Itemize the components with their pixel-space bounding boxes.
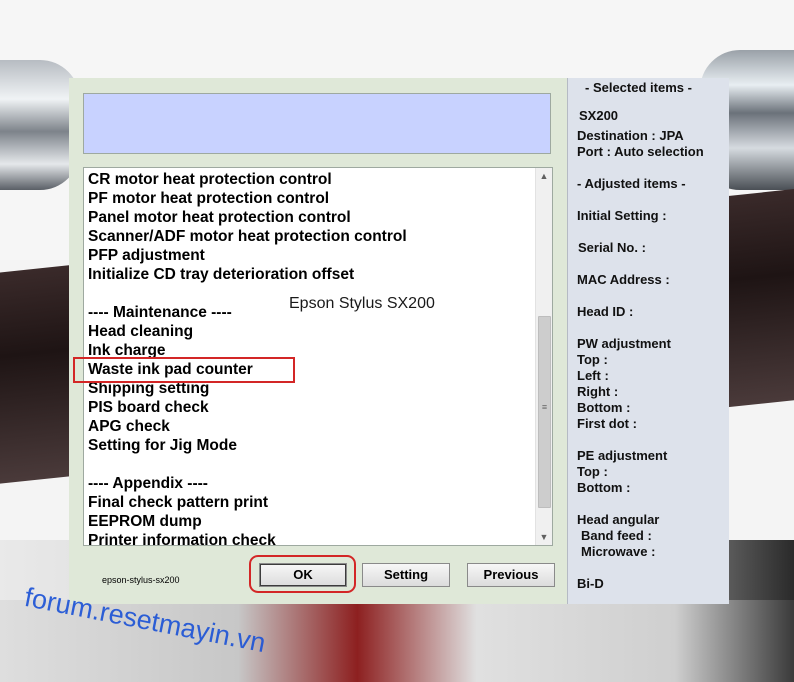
description-box [83,93,551,154]
port-value: Port : Auto selection [577,144,704,159]
pe-bottom-label: Bottom : [577,480,631,495]
list-item[interactable]: Setting for Jig Mode [88,436,237,455]
selected-model: SX200 [579,108,619,123]
band-feed-label: Band feed : [581,528,652,543]
microwave-label: Microwave : [581,544,656,559]
list-item[interactable]: Scanner/ADF motor heat protection contro… [88,227,407,246]
initial-setting-label: Initial Setting : [577,208,667,223]
previous-button[interactable]: Previous [467,563,555,587]
scroll-grip-icon: ≡ [541,402,548,412]
list-item[interactable]: CR motor heat protection control [88,170,332,189]
vertical-scrollbar[interactable]: ▲ ≡ ▼ [535,168,552,545]
pw-top-label: Top : [577,352,608,367]
head-angular-label: Head angular [577,512,660,527]
list-section-header: ---- Maintenance ---- [88,304,232,321]
list-item[interactable]: APG check [88,417,170,436]
list-section-header: ---- Appendix ---- [88,475,208,492]
setting-button[interactable]: Setting [362,563,450,587]
pe-top-label: Top : [577,464,608,479]
serial-no-label: Serial No. : [578,240,646,255]
pw-bottom-label: Bottom : [577,400,631,415]
scroll-thumb[interactable]: ≡ [538,316,551,508]
adjustment-program-dialog: CR motor heat protection control PF moto… [69,78,567,604]
pw-left-label: Left : [577,368,609,383]
list-item[interactable]: PF motor heat protection control [88,189,329,208]
pe-adjustment-label: PE adjustment [577,448,668,463]
bi-d-label: Bi-D [577,576,604,591]
list-item[interactable]: Final check pattern print [88,493,268,512]
list-item[interactable]: Initialize CD tray deterioration offset [88,265,354,284]
list-item[interactable]: Printer information check [88,531,276,545]
printer-model-overlay-title: Epson Stylus SX200 [289,295,435,312]
waste-ink-highlight-box [73,357,295,383]
info-side-panel: - Selected items - SX200 Destination : J… [567,78,729,604]
list-item[interactable]: PFP adjustment [88,246,205,265]
list-item[interactable]: Head cleaning [88,322,193,341]
mac-address-label: MAC Address : [577,272,670,287]
list-item[interactable]: PIS board check [88,398,209,417]
head-id-label: Head ID : [577,304,634,319]
list-item[interactable]: Panel motor heat protection control [88,208,351,227]
selected-items-header: - Selected items - [585,80,692,95]
destination-value: Destination : JPA [577,128,684,143]
pw-right-label: Right : [577,384,619,399]
adjusted-items-header: - Adjusted items - [577,176,686,191]
scroll-down-arrow-icon[interactable]: ▼ [536,529,552,545]
pw-adjustment-label: PW adjustment [577,336,671,351]
ok-button[interactable]: OK [259,563,347,587]
scroll-up-arrow-icon[interactable]: ▲ [536,168,552,184]
model-label: epson-stylus-sx200 [102,575,180,585]
background-chrome-left [0,60,80,190]
pw-first-dot-label: First dot : [577,416,637,431]
list-item[interactable]: EEPROM dump [88,512,202,531]
